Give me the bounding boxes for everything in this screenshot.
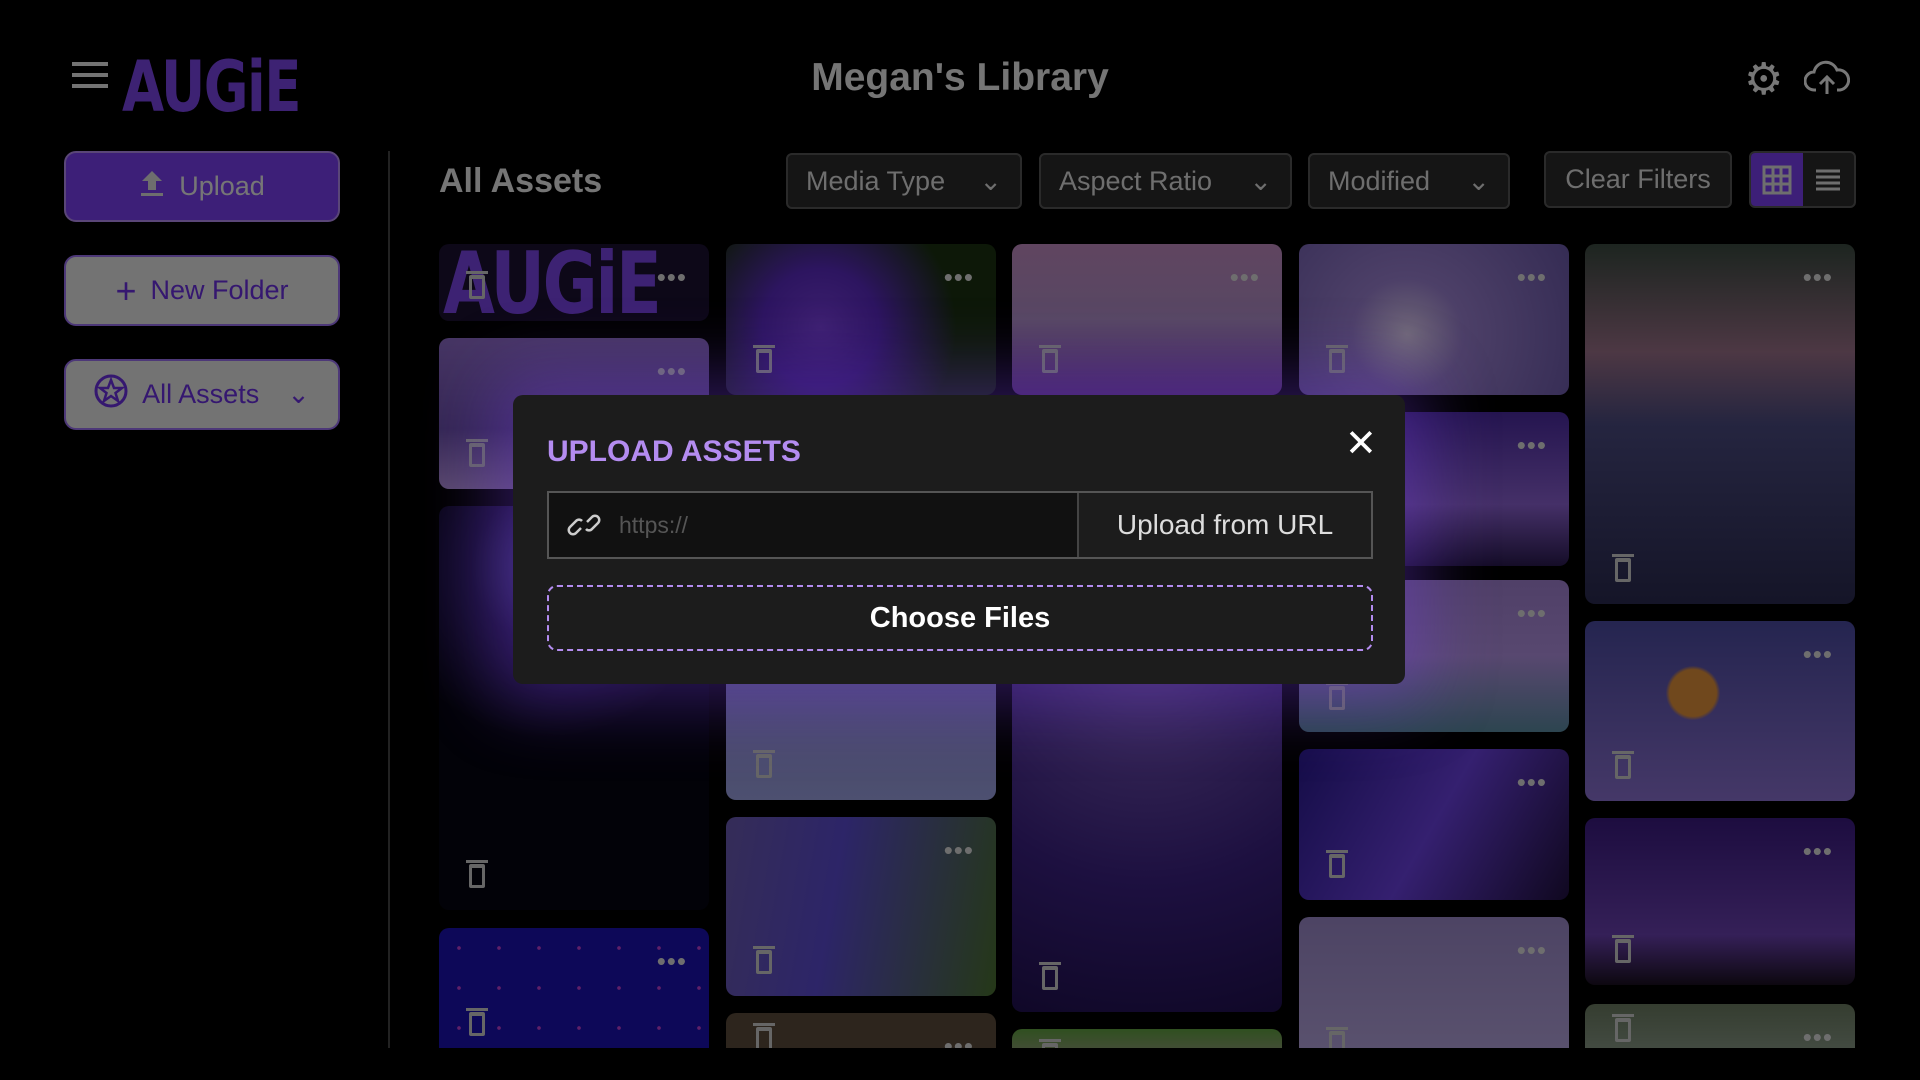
modal-title: UPLOAD ASSETS <box>547 435 801 468</box>
choose-files-button[interactable]: Choose Files <box>547 585 1373 651</box>
upload-from-url-button[interactable]: Upload from URL <box>1077 493 1371 557</box>
upload-modal: UPLOAD ASSETS ✕ Upload from URL Choose F… <box>513 395 1405 684</box>
link-icon <box>549 493 619 557</box>
url-input[interactable] <box>619 493 1077 557</box>
close-icon[interactable]: ✕ <box>1345 425 1377 463</box>
url-upload-group: Upload from URL <box>547 491 1373 559</box>
